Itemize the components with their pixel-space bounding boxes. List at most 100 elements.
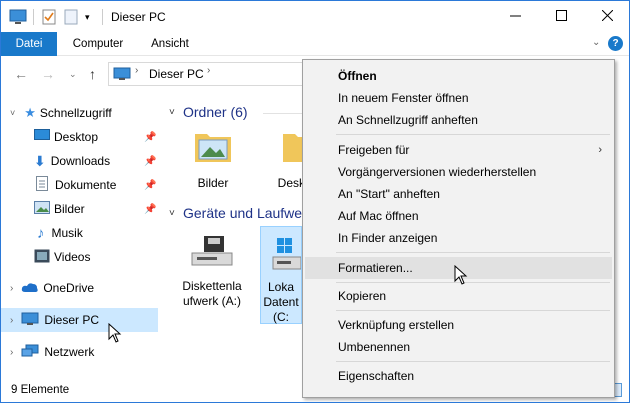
new-folder-icon[interactable] bbox=[64, 8, 78, 26]
nav-downloads[interactable]: ⬇ Downloads 📌 bbox=[1, 150, 159, 172]
properties-icon[interactable] bbox=[41, 8, 57, 26]
folder-icon bbox=[193, 130, 233, 168]
maximize-button[interactable] bbox=[538, 1, 584, 32]
menu-item-show-in-finder[interactable]: In Finder anzeigen bbox=[305, 227, 612, 249]
nav-label: Dokumente bbox=[55, 178, 117, 192]
tile-label: (C: bbox=[273, 310, 289, 324]
tile-label: Loka bbox=[267, 280, 295, 294]
minimize-icon bbox=[509, 10, 521, 24]
menu-separator bbox=[336, 361, 610, 362]
help-icon[interactable]: ? bbox=[608, 36, 623, 51]
tab-datei[interactable]: Datei bbox=[1, 32, 57, 56]
windows-drive-icon bbox=[271, 237, 302, 277]
context-menu: Öffnen In neuem Fenster öffnen An Schnel… bbox=[302, 59, 615, 398]
menu-item-copy[interactable]: Kopieren bbox=[305, 285, 612, 307]
group-collapse-icon[interactable]: ˅ bbox=[169, 208, 175, 219]
qat-dropdown-icon[interactable]: ▾ bbox=[85, 8, 90, 26]
status-bar-count: 9 Elemente bbox=[11, 384, 70, 396]
nav-label: Musik bbox=[51, 226, 83, 240]
download-icon: ⬇ bbox=[34, 152, 46, 169]
minimize-button[interactable] bbox=[492, 1, 538, 32]
nav-label: Desktop bbox=[54, 130, 99, 144]
menu-item-open-on-mac[interactable]: Auf Mac öffnen bbox=[305, 205, 612, 227]
tile-label: Diskettenla bbox=[182, 279, 242, 293]
submenu-arrow-icon: › bbox=[598, 144, 602, 156]
app-icon[interactable] bbox=[9, 8, 27, 26]
nav-desktop[interactable]: Desktop 📌 bbox=[1, 126, 159, 148]
group-collapse-icon[interactable]: ˅ bbox=[169, 107, 175, 118]
nav-onedrive[interactable]: › OneDrive bbox=[1, 277, 159, 299]
group-title-devices[interactable]: Geräte und Laufwe bbox=[183, 205, 302, 221]
drive-tile-floppy[interactable]: Diskettenla ufwerk (A:) bbox=[176, 231, 248, 321]
cloud-icon bbox=[21, 281, 39, 296]
breadcrumb-expand-icon[interactable]: › bbox=[207, 65, 210, 76]
tab-ansicht[interactable]: Ansicht bbox=[139, 32, 201, 56]
menu-item-pin-quick-access[interactable]: An Schnellzugriff anheften bbox=[305, 109, 612, 131]
title-bar: ▾ Dieser PC bbox=[1, 1, 629, 32]
desktop-icon bbox=[34, 129, 50, 145]
drive-tile-local-c[interactable]: Loka Datent (C: bbox=[260, 226, 302, 324]
menu-item-restore-versions[interactable]: Vorgängerversionen wiederherstellen bbox=[305, 161, 612, 183]
menu-item-properties[interactable]: Eigenschaften bbox=[305, 365, 612, 387]
menu-separator bbox=[336, 282, 610, 283]
close-icon bbox=[601, 9, 613, 24]
menu-item-pin-start[interactable]: An "Start" anheften bbox=[305, 183, 612, 205]
breadcrumb-separator-icon: › bbox=[135, 65, 139, 76]
nav-musik[interactable]: ♪ Musik bbox=[1, 222, 159, 244]
breadcrumb-dieser-pc[interactable]: Dieser PC bbox=[149, 67, 204, 81]
image-icon bbox=[34, 201, 50, 217]
menu-item-rename[interactable]: Umbenennen bbox=[305, 336, 612, 358]
ribbon-expand-icon[interactable]: ⌄ bbox=[592, 37, 600, 48]
menu-item-create-shortcut[interactable]: Verknüpfung erstellen bbox=[305, 314, 612, 336]
nav-label: Videos bbox=[54, 250, 91, 264]
menu-item-open-new-window[interactable]: In neuem Fenster öffnen bbox=[305, 87, 612, 109]
pin-icon[interactable]: 📌 bbox=[144, 204, 156, 215]
back-icon[interactable]: ← bbox=[14, 66, 28, 82]
mouse-cursor-icon bbox=[108, 322, 122, 346]
up-icon[interactable]: ↑ bbox=[89, 66, 96, 82]
expand-chevron-icon[interactable]: ˅ bbox=[10, 108, 15, 118]
nav-label: Bilder bbox=[54, 202, 85, 216]
folder-tile-bilder[interactable]: Bilder bbox=[188, 128, 238, 196]
nav-label: Schnellzugriff bbox=[39, 106, 112, 120]
nav-dokumente[interactable]: Dokumente 📌 bbox=[1, 174, 159, 196]
star-icon: ★ bbox=[24, 105, 36, 120]
address-bar[interactable]: › Dieser PC › bbox=[108, 62, 308, 86]
explorer-window: ▾ Dieser PC Datei Computer Ansicht ⌄ ? ←… bbox=[0, 0, 630, 403]
tab-computer[interactable]: Computer bbox=[65, 32, 131, 56]
pin-icon[interactable]: 📌 bbox=[144, 132, 156, 143]
floppy-drive-icon bbox=[189, 235, 235, 273]
close-button[interactable] bbox=[584, 1, 629, 32]
expand-chevron-icon[interactable]: › bbox=[10, 283, 13, 294]
menu-item-share-with[interactable]: Freigeben für › bbox=[305, 139, 612, 161]
navigation-pane: ˅ ★ Schnellzugriff Desktop 📌 ⬇ Downloads… bbox=[1, 96, 161, 378]
nav-bilder[interactable]: Bilder 📌 bbox=[1, 198, 159, 220]
nav-dieser-pc[interactable]: › Dieser PC bbox=[1, 308, 158, 332]
pin-icon[interactable]: 📌 bbox=[144, 180, 156, 191]
menu-item-oeffnen[interactable]: Öffnen bbox=[305, 65, 612, 87]
network-icon bbox=[21, 344, 39, 361]
nav-label: Dieser PC bbox=[44, 313, 100, 327]
recent-dropdown-icon[interactable]: ⌄ bbox=[69, 69, 77, 80]
menu-separator bbox=[336, 310, 610, 311]
nav-netzwerk[interactable]: › Netzwerk bbox=[1, 341, 159, 363]
nav-schnellzugriff[interactable]: ˅ ★ Schnellzugriff bbox=[1, 102, 159, 124]
expand-chevron-icon[interactable]: › bbox=[10, 347, 13, 358]
nav-videos[interactable]: Videos bbox=[1, 246, 159, 268]
pin-icon[interactable]: 📌 bbox=[144, 156, 156, 167]
computer-icon bbox=[21, 312, 39, 329]
tile-label: Bilder bbox=[197, 176, 229, 190]
menu-separator bbox=[336, 252, 610, 253]
menu-item-label: Freigeben für bbox=[338, 143, 410, 157]
music-icon: ♪ bbox=[37, 224, 45, 242]
ribbon-tabs: Datei Computer Ansicht ⌄ ? bbox=[1, 32, 629, 56]
video-icon bbox=[34, 249, 50, 266]
forward-icon[interactable]: → bbox=[41, 66, 55, 82]
expand-chevron-icon[interactable]: › bbox=[10, 315, 13, 326]
tile-label: ufwerk (A:) bbox=[182, 294, 241, 308]
mouse-cursor-icon bbox=[454, 264, 468, 288]
tile-label: Datent bbox=[263, 295, 299, 309]
nav-label: Downloads bbox=[50, 154, 111, 168]
group-title-folders[interactable]: Ordner (6) bbox=[183, 104, 248, 120]
nav-label: OneDrive bbox=[43, 281, 95, 295]
